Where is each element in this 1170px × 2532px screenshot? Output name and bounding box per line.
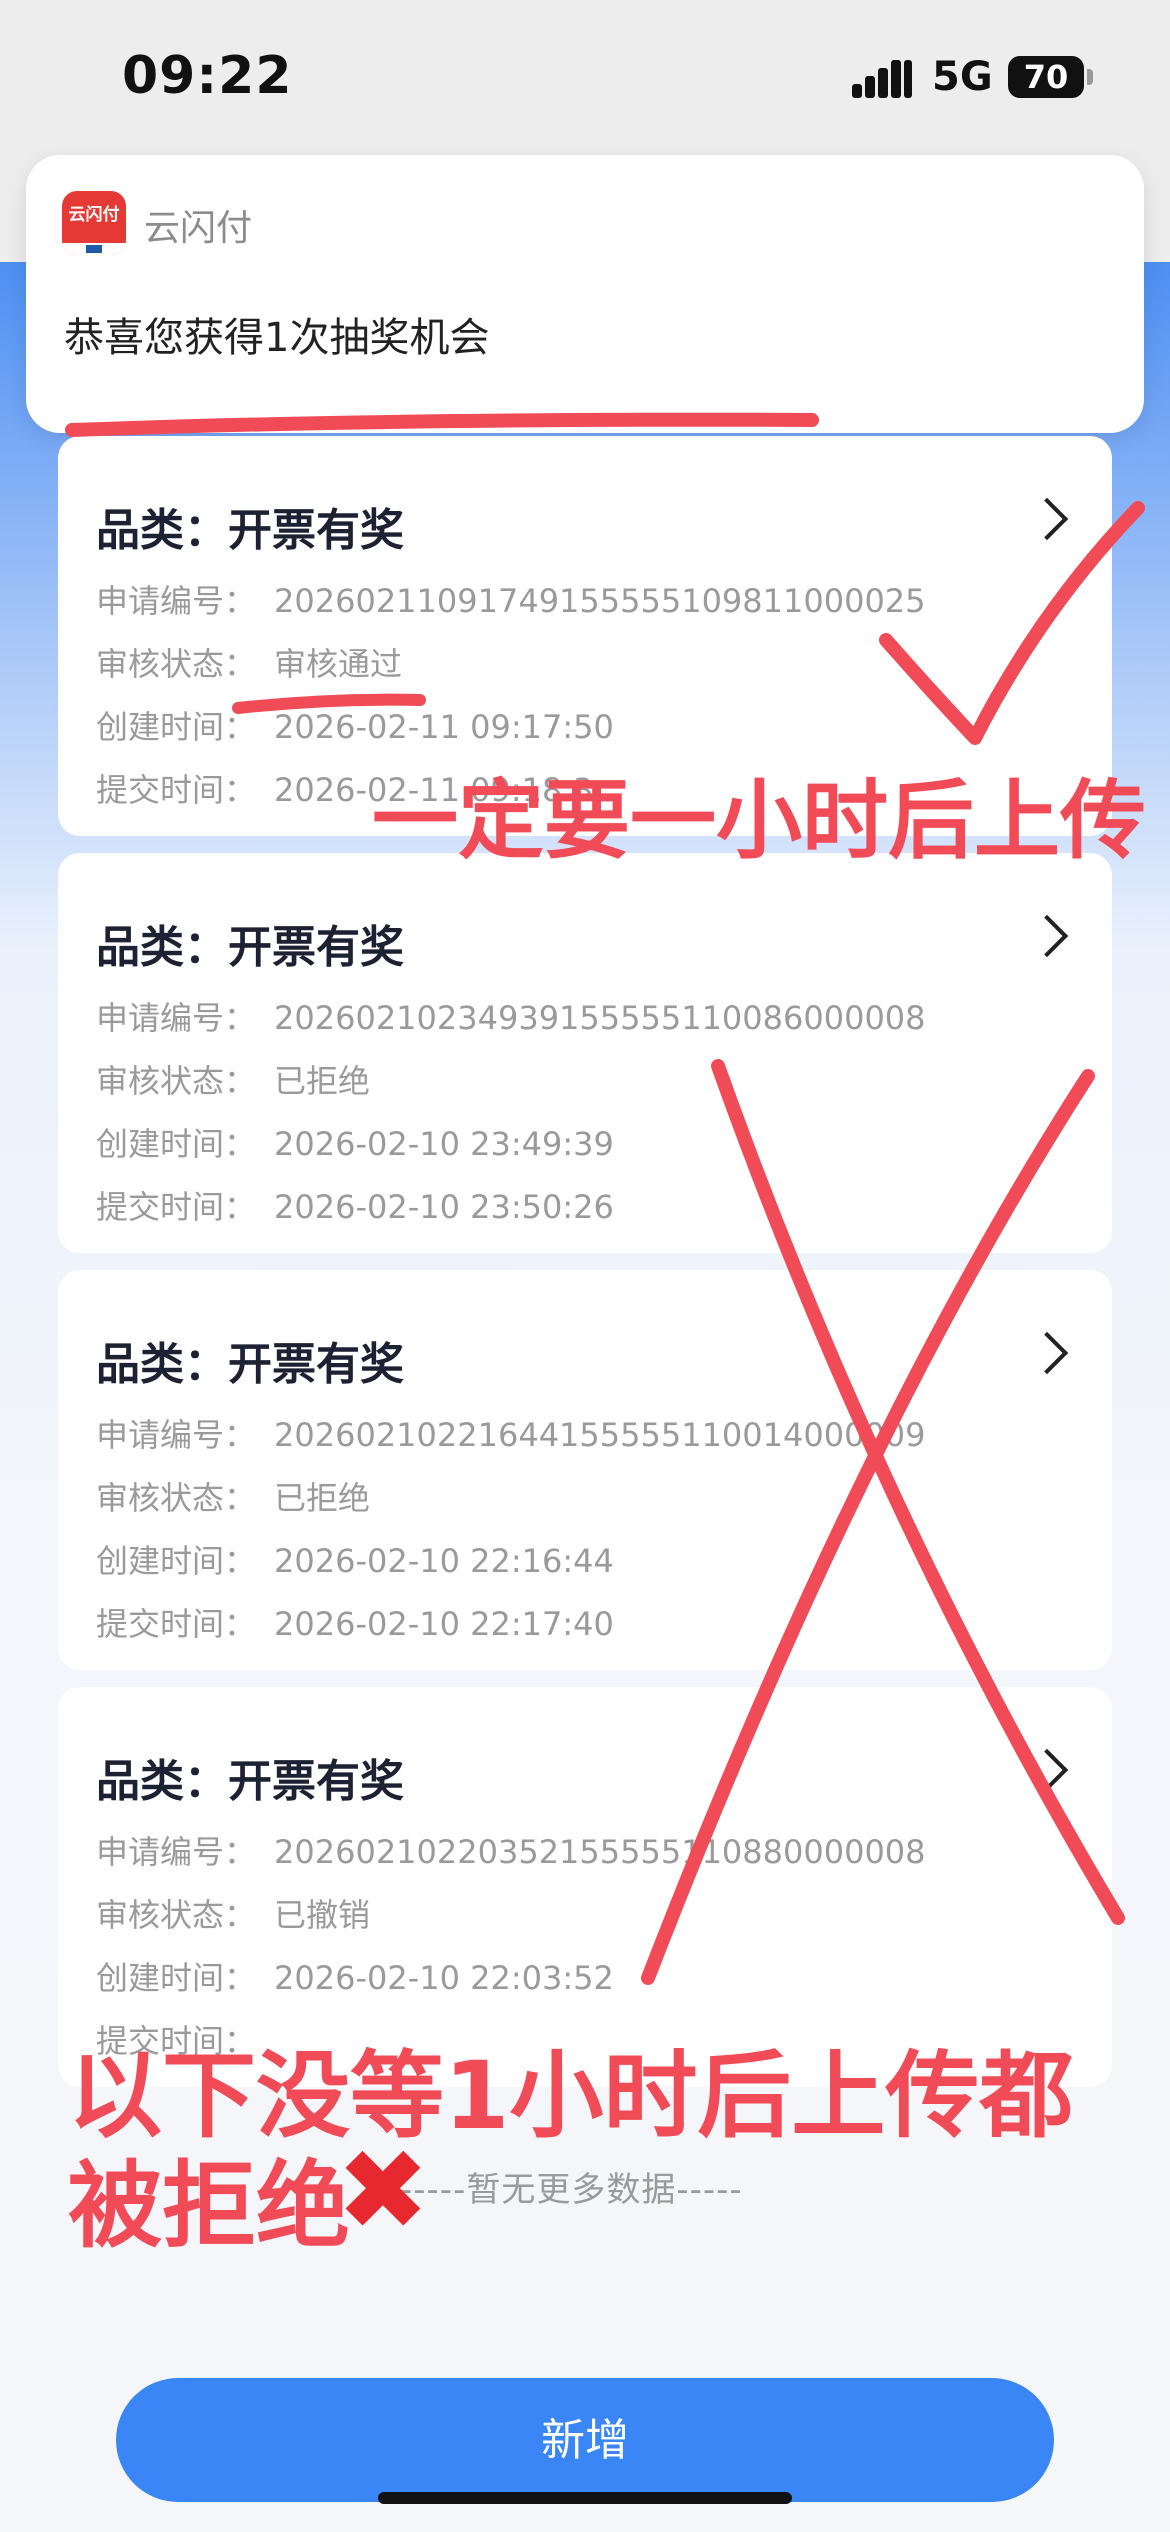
chevron-right-icon[interactable] <box>1025 914 1069 958</box>
record-app-no: 申请编号： 2026021109174915555510981100002​5 <box>96 582 926 620</box>
record-card[interactable]: 品类：开票有奖 申请编号： 202602102216441555551100140… <box>58 1270 1112 1670</box>
record-created-time: 创建时间： 2026-02-11 09:17:50 <box>96 708 614 746</box>
annotation-one-hour-note: 一定要一小时后上传 <box>372 771 1146 871</box>
chevron-right-icon[interactable] <box>1025 1331 1069 1375</box>
record-app-no: 申请编号： 20260210234939155555110086000008 <box>96 999 926 1037</box>
record-app-no: 申请编号： 20260210221644155555110014000009 <box>96 1416 926 1454</box>
record-created-time: 创建时间： 2026-02-10 22:16:44 <box>96 1542 614 1580</box>
record-category: 品类：开票有奖 <box>96 922 404 973</box>
chevron-right-icon[interactable] <box>1025 1748 1069 1792</box>
status-time: 09:22 <box>122 46 293 106</box>
record-review-status: 审核状态： 审核通过 <box>96 645 403 683</box>
record-submitted-time: 提交时间： 2026-02-10 22:17:40 <box>96 1605 614 1643</box>
record-category: 品类：开票有奖 <box>96 505 404 556</box>
chevron-right-icon[interactable] <box>1025 497 1069 541</box>
status-bar: 09:22 5G 70 <box>0 0 1170 150</box>
record-list: 品类：开票有奖 申请编号： 202602110917491555551098110… <box>58 436 1112 2104</box>
home-indicator[interactable] <box>378 2492 792 2504</box>
record-review-status: 审核状态： 已拒绝 <box>96 1479 371 1517</box>
notification-message: 恭喜您获得1次抽奖机会 <box>64 315 490 361</box>
record-app-no: 申请编号： 20260210220352155555110880000008 <box>96 1833 926 1871</box>
app-icon-label: 云闪付 <box>68 205 120 225</box>
push-notification-banner[interactable]: 云闪付 云闪付 恭喜您获得1次抽奖机会 <box>26 155 1144 433</box>
battery-level: 70 <box>1023 58 1069 96</box>
record-review-status: 审核状态： 已撤销 <box>96 1896 371 1934</box>
red-cross-icon: ✖ <box>336 2126 430 2256</box>
add-button[interactable]: 新增 <box>116 2378 1054 2502</box>
no-more-data-text: -----暂无更多数据----- <box>400 2170 743 2210</box>
network-type: 5G <box>932 54 993 100</box>
notification-app-name: 云闪付 <box>144 208 253 249</box>
cellular-signal-icon <box>852 58 914 98</box>
battery-icon: 70 <box>1008 56 1084 98</box>
record-created-time: 创建时间： 2026-02-10 22:03:52 <box>96 1959 614 1997</box>
battery-tip <box>1087 69 1093 85</box>
record-review-status: 审核状态： 已拒绝 <box>96 1062 371 1100</box>
record-submitted-time: 提交时间： 2026-02-10 23:50:26 <box>96 1188 614 1226</box>
annotation-rejected-note-line2: 被拒绝 <box>68 2152 351 2261</box>
record-category: 品类：开票有奖 <box>96 1339 404 1390</box>
record-category: 品类：开票有奖 <box>96 1756 404 1807</box>
record-created-time: 创建时间： 2026-02-10 23:49:39 <box>96 1125 614 1163</box>
record-card[interactable]: 品类：开票有奖 申请编号： 202602102349391555551100860… <box>58 853 1112 1253</box>
unionpay-app-icon: 云闪付 <box>62 191 126 255</box>
